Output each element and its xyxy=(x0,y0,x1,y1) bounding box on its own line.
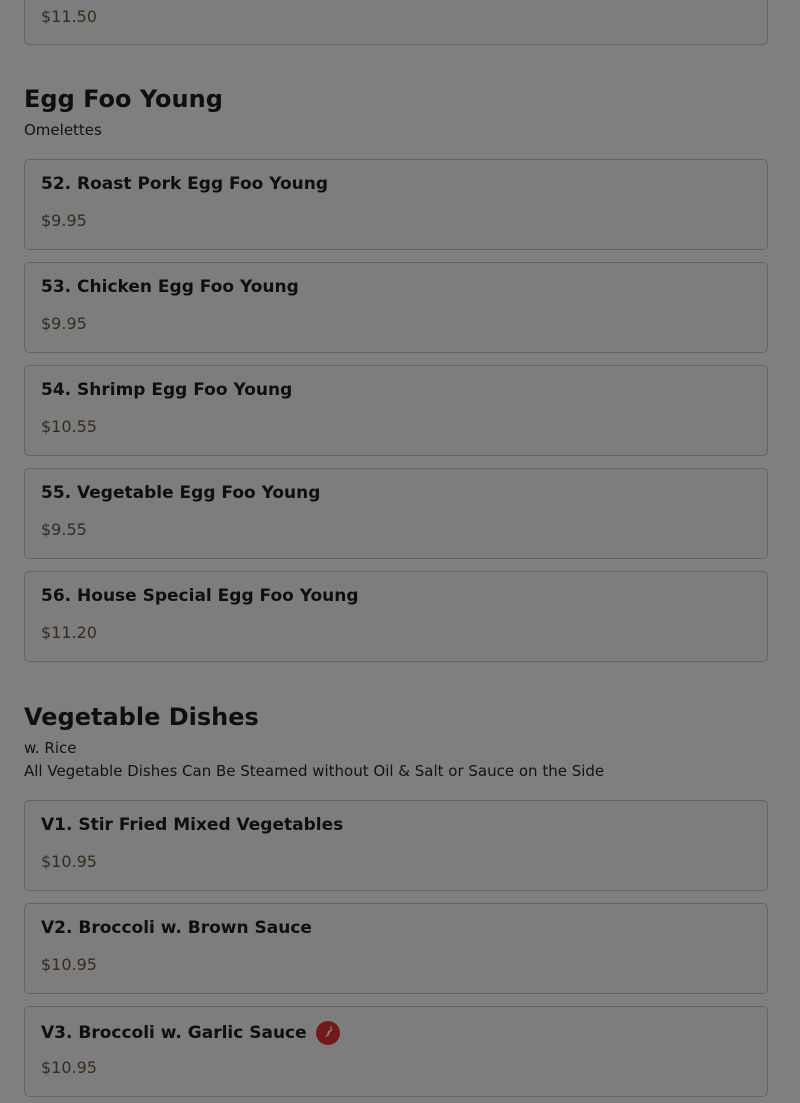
section-title: Vegetable Dishes xyxy=(24,703,259,731)
item-name-text: V3. Broccoli w. Garlic Sauce xyxy=(41,1023,307,1043)
item-name-text: 52. Roast Pork Egg Foo Young xyxy=(41,174,329,194)
menu-item-card[interactable]: $11.50 xyxy=(24,0,768,45)
item-price: $10.95 xyxy=(41,1058,97,1077)
menu-item-card[interactable]: 54. Shrimp Egg Foo Young $10.55 xyxy=(24,365,768,456)
item-name: V1. Stir Fried Mixed Vegetables xyxy=(41,815,343,835)
item-name: 52. Roast Pork Egg Foo Young xyxy=(41,174,328,194)
item-price: $9.95 xyxy=(41,211,87,230)
menu-content: $11.50 Egg Foo Young Omelettes 52. Roast… xyxy=(24,0,768,1097)
item-name: V3. Broccoli w. Garlic Sauce xyxy=(41,1021,340,1045)
menu-items-list: 52. Roast Pork Egg Foo Young $9.95 53. C… xyxy=(24,159,768,662)
item-name-text: 56. House Special Egg Foo Young xyxy=(41,586,359,606)
item-price: $10.55 xyxy=(41,417,97,436)
section-title: Egg Foo Young xyxy=(24,85,223,113)
item-name-text: V1. Stir Fried Mixed Vegetables xyxy=(41,815,344,835)
item-name-text: 54. Shrimp Egg Foo Young xyxy=(41,380,293,400)
menu-item-card[interactable]: 55. Vegetable Egg Foo Young $9.55 xyxy=(24,468,768,559)
item-name: 55. Vegetable Egg Foo Young xyxy=(41,483,320,503)
item-name: V2. Broccoli w. Brown Sauce xyxy=(41,918,312,938)
item-name: 56. House Special Egg Foo Young xyxy=(41,586,359,606)
menu-item-card[interactable]: V3. Broccoli w. Garlic Sauce $10.95 xyxy=(24,1006,768,1097)
section-subtitle: w. Rice xyxy=(24,739,77,757)
section-subtitle: All Vegetable Dishes Can Be Steamed with… xyxy=(24,762,605,780)
item-price: $10.95 xyxy=(41,852,97,871)
menu-item-card[interactable]: 53. Chicken Egg Foo Young $9.95 xyxy=(24,262,768,353)
item-price: $9.55 xyxy=(41,520,87,539)
item-name-text: 53. Chicken Egg Foo Young xyxy=(41,277,299,297)
menu-section-vegetable-dishes: Vegetable Dishes w. Rice All Vegetable D… xyxy=(24,703,768,1097)
menu-items-list: V1. Stir Fried Mixed Vegetables $10.95 V… xyxy=(24,800,768,1097)
menu-item-card[interactable]: V2. Broccoli w. Brown Sauce $10.95 xyxy=(24,903,768,994)
spicy-pepper-icon xyxy=(315,1021,340,1045)
item-name: 54. Shrimp Egg Foo Young xyxy=(41,380,292,400)
item-price: $11.20 xyxy=(41,623,97,642)
item-name: 53. Chicken Egg Foo Young xyxy=(41,277,299,297)
menu-item-card[interactable]: V1. Stir Fried Mixed Vegetables $10.95 xyxy=(24,800,768,891)
section-subtitle: Omelettes xyxy=(24,121,102,139)
item-price: $10.95 xyxy=(41,955,97,974)
item-name-text: 55. Vegetable Egg Foo Young xyxy=(41,483,321,503)
menu-section-egg-foo-young: Egg Foo Young Omelettes 52. Roast Pork E… xyxy=(24,85,768,662)
menu-item-card[interactable]: 56. House Special Egg Foo Young $11.20 xyxy=(24,571,768,662)
item-price: $9.95 xyxy=(41,314,87,333)
item-price: $11.50 xyxy=(41,7,97,26)
menu-item-card[interactable]: 52. Roast Pork Egg Foo Young $9.95 xyxy=(24,159,768,250)
item-name-text: V2. Broccoli w. Brown Sauce xyxy=(41,918,312,938)
